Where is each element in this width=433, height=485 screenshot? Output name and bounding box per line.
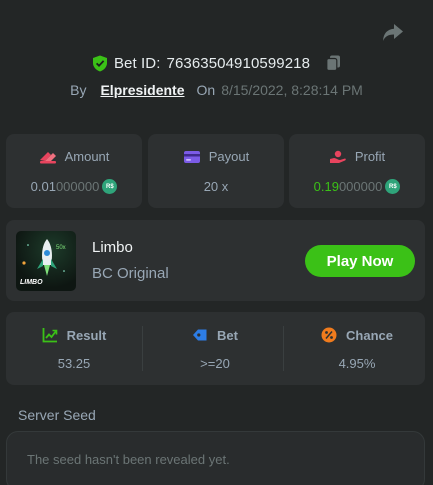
bet-id-value: 76363504910599218 bbox=[166, 54, 311, 72]
chance-value: 4.95% bbox=[338, 356, 376, 371]
play-now-button[interactable]: Play Now bbox=[305, 245, 415, 277]
server-seed-label: Server Seed bbox=[18, 407, 96, 423]
bet-id-row: Bet ID: 76363504910599218 bbox=[0, 53, 433, 73]
currency-coin-icon: R$ bbox=[385, 179, 401, 194]
tag-icon bbox=[193, 329, 207, 341]
divider bbox=[283, 326, 284, 371]
amount-value-bright: 0.01 bbox=[30, 179, 56, 194]
copy-icon[interactable] bbox=[326, 55, 341, 71]
share-icon[interactable] bbox=[381, 22, 405, 44]
game-brand-text: LIMBO bbox=[20, 279, 43, 286]
result-column: Result 53.25 bbox=[6, 312, 142, 385]
result-value: 53.25 bbox=[57, 356, 91, 371]
game-subtitle: BC Original bbox=[92, 265, 169, 282]
bet-id-label: Bet ID: bbox=[113, 54, 161, 72]
result-card: Result 53.25 Bet >=20 Chance 4.95% bbox=[6, 312, 425, 385]
result-label: Result bbox=[66, 327, 107, 343]
game-name: Limbo bbox=[92, 239, 133, 256]
amount-value-dim: 000000 bbox=[55, 179, 100, 194]
percent-icon bbox=[321, 327, 337, 343]
by-label: By bbox=[70, 82, 87, 98]
bet-label: Bet bbox=[217, 327, 238, 343]
bet-date: 8/15/2022, 8:28:14 PM bbox=[221, 82, 363, 98]
currency-coin-icon: R$ bbox=[102, 179, 118, 194]
game-thumbnail[interactable]: 50x LIMBO bbox=[16, 231, 76, 291]
chance-label: Chance bbox=[346, 327, 393, 343]
bet-column: Bet >=20 bbox=[147, 312, 283, 385]
profit-value-dim: 000000 bbox=[338, 179, 383, 194]
server-seed-message: The seed hasn't been revealed yet. bbox=[27, 452, 230, 467]
profit-value-bright: 0.19 bbox=[313, 179, 339, 194]
shield-check-icon bbox=[92, 55, 107, 71]
bet-amount-icon bbox=[39, 151, 56, 163]
divider bbox=[142, 326, 143, 371]
by-row: By Elpresidente On 8/15/2022, 8:28:14 PM bbox=[0, 80, 433, 100]
chance-column: Chance 4.95% bbox=[289, 312, 425, 385]
payout-label: Payout bbox=[208, 149, 250, 164]
payout-value: 20 x bbox=[203, 179, 229, 194]
payout-card: Payout 20 x bbox=[148, 134, 284, 208]
wallet-card-icon bbox=[183, 150, 200, 163]
bet-value: >=20 bbox=[200, 356, 230, 371]
profit-hand-icon bbox=[329, 150, 346, 163]
on-label: On bbox=[196, 82, 216, 98]
svg-text:50x: 50x bbox=[56, 245, 66, 251]
trend-chart-icon bbox=[42, 328, 57, 343]
game-card: 50x LIMBO Limbo BC Original Play Now bbox=[6, 220, 425, 301]
amount-label: Amount bbox=[64, 149, 110, 164]
profit-card: Profit 0.19000000 R$ bbox=[289, 134, 425, 208]
profit-label: Profit bbox=[354, 149, 386, 164]
amount-card: Amount 0.01000000 R$ bbox=[6, 134, 142, 208]
username-link[interactable]: Elpresidente bbox=[100, 82, 184, 98]
